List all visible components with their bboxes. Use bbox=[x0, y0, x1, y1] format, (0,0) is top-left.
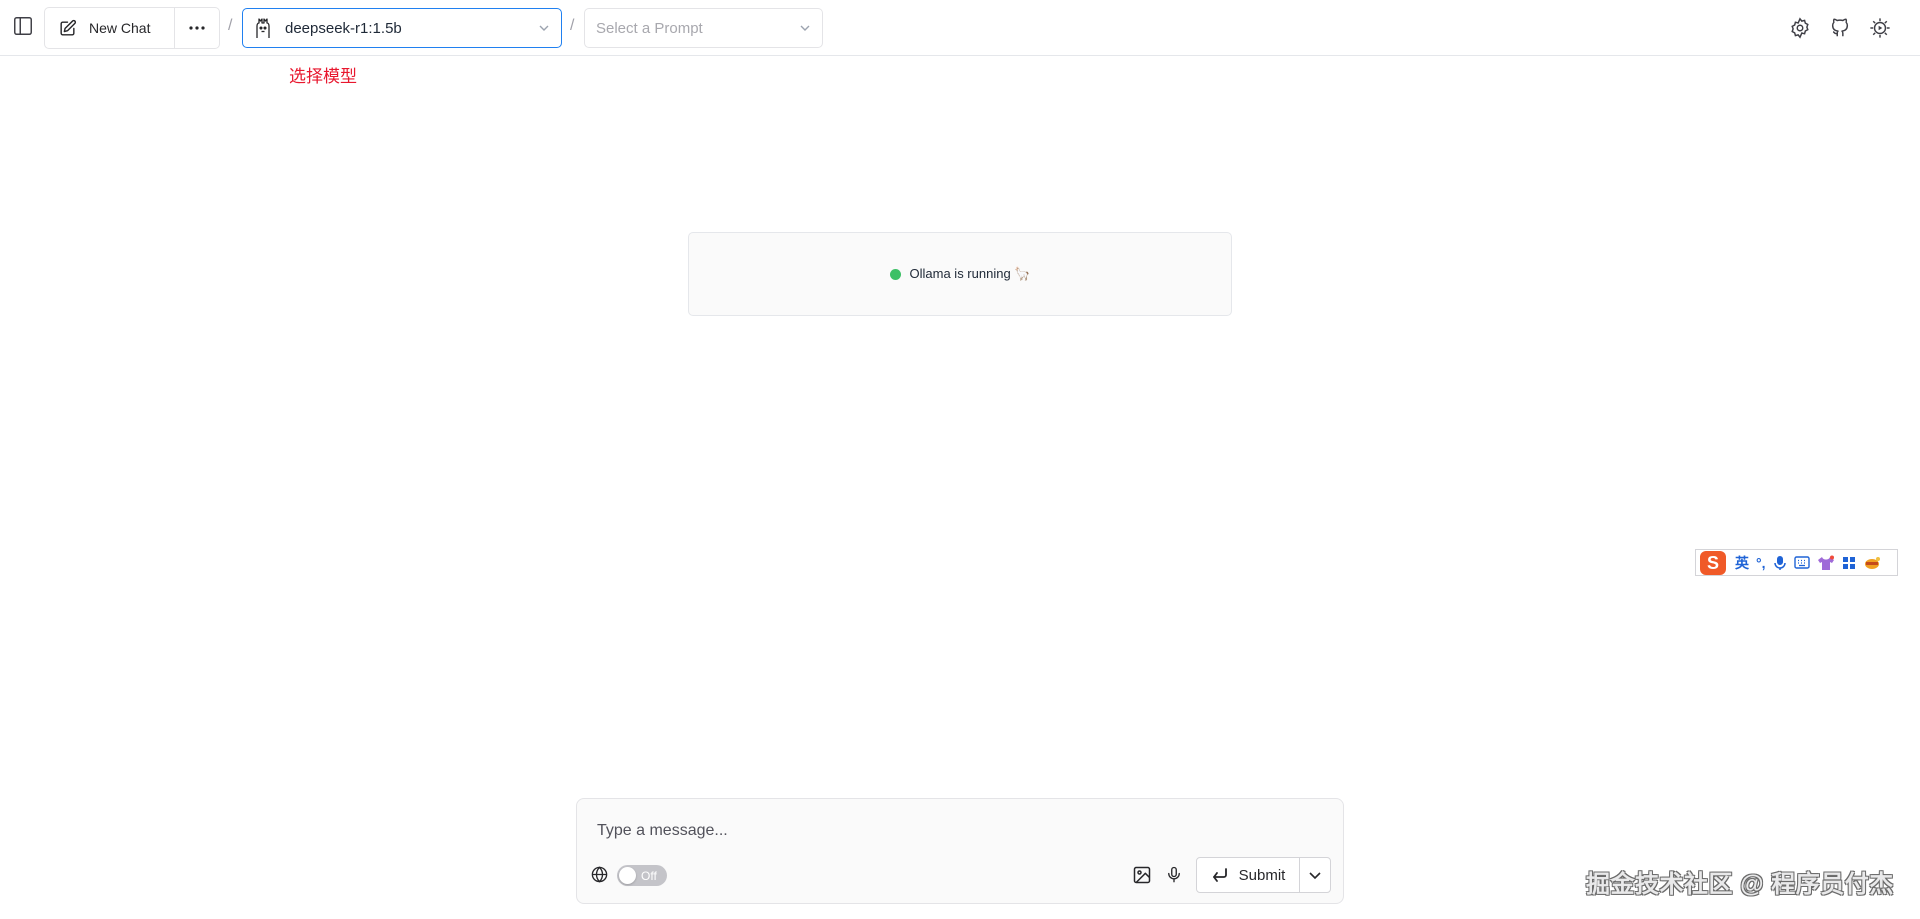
upload-image-button[interactable] bbox=[1132, 865, 1154, 887]
sidebar-toggle-button[interactable] bbox=[10, 13, 36, 39]
enter-icon bbox=[1212, 868, 1227, 882]
voice-input-button[interactable] bbox=[1165, 865, 1185, 887]
message-composer: Off Submit bbox=[576, 798, 1344, 904]
status-text: Ollama is running 🦙 bbox=[909, 266, 1031, 281]
status-indicator bbox=[889, 268, 901, 280]
prompt-select[interactable]: Select a Prompt bbox=[584, 8, 823, 48]
model-annotation: 选择模型 bbox=[289, 67, 357, 86]
sidebar-icon bbox=[14, 17, 32, 35]
chevron-down-icon bbox=[1309, 872, 1321, 880]
theme-button[interactable] bbox=[1867, 15, 1893, 41]
new-chat-button[interactable]: New Chat bbox=[45, 8, 175, 48]
toggle-knob bbox=[619, 867, 636, 884]
prompt-select-placeholder: Select a Prompt bbox=[596, 19, 703, 37]
ellipsis-icon bbox=[189, 26, 205, 30]
message-input[interactable] bbox=[597, 819, 1317, 843]
skin-icon[interactable] bbox=[1817, 555, 1835, 571]
theme-icon bbox=[1870, 18, 1890, 38]
submit-group: Submit bbox=[1196, 857, 1331, 893]
svg-text:S: S bbox=[1707, 553, 1719, 573]
settings-icon bbox=[1791, 17, 1809, 39]
submit-button[interactable]: Submit bbox=[1197, 858, 1300, 892]
breadcrumb-separator: / bbox=[228, 17, 233, 34]
mascot-icon[interactable] bbox=[1863, 556, 1881, 570]
github-button[interactable] bbox=[1827, 15, 1853, 41]
submit-options-button[interactable] bbox=[1300, 858, 1330, 892]
ime-punctuation[interactable]: °, bbox=[1756, 556, 1766, 570]
submit-label: Submit bbox=[1238, 866, 1286, 884]
ime-mode[interactable]: 英 bbox=[1735, 556, 1749, 570]
top-header: New Chat / deepseek-r1:1.5b / Select a P… bbox=[0, 0, 1920, 56]
image-icon bbox=[1133, 866, 1151, 884]
settings-button[interactable] bbox=[1787, 15, 1813, 41]
web-search-button[interactable] bbox=[590, 865, 610, 885]
breadcrumb-separator: / bbox=[570, 17, 575, 34]
llama-icon bbox=[256, 18, 270, 38]
watermark: 掘金技术社区 @ 程序员付杰 bbox=[1586, 871, 1894, 898]
keyboard-icon[interactable] bbox=[1793, 556, 1810, 569]
chevron-down-icon bbox=[800, 25, 810, 31]
web-search-toggle[interactable]: Off bbox=[617, 865, 667, 886]
model-select-value: deepseek-r1:1.5b bbox=[285, 19, 402, 37]
ime-toolbar: S 英 °, bbox=[1695, 549, 1898, 576]
model-select[interactable]: deepseek-r1:1.5b bbox=[242, 8, 562, 48]
globe-icon bbox=[591, 866, 608, 883]
new-chat-group: New Chat bbox=[44, 7, 220, 49]
new-chat-label: New Chat bbox=[89, 20, 151, 36]
toolbox-icon[interactable] bbox=[1842, 556, 1856, 570]
mic-icon[interactable] bbox=[1773, 555, 1787, 571]
toggle-state-label: Off bbox=[641, 869, 657, 883]
status-card: Ollama is running 🦙 bbox=[688, 232, 1232, 316]
more-options-button[interactable] bbox=[175, 8, 219, 48]
edit-icon bbox=[60, 19, 77, 36]
github-icon bbox=[1831, 18, 1849, 37]
sogou-logo-icon[interactable]: S bbox=[1698, 549, 1728, 576]
microphone-icon bbox=[1168, 866, 1180, 883]
chevron-down-icon bbox=[539, 25, 549, 31]
